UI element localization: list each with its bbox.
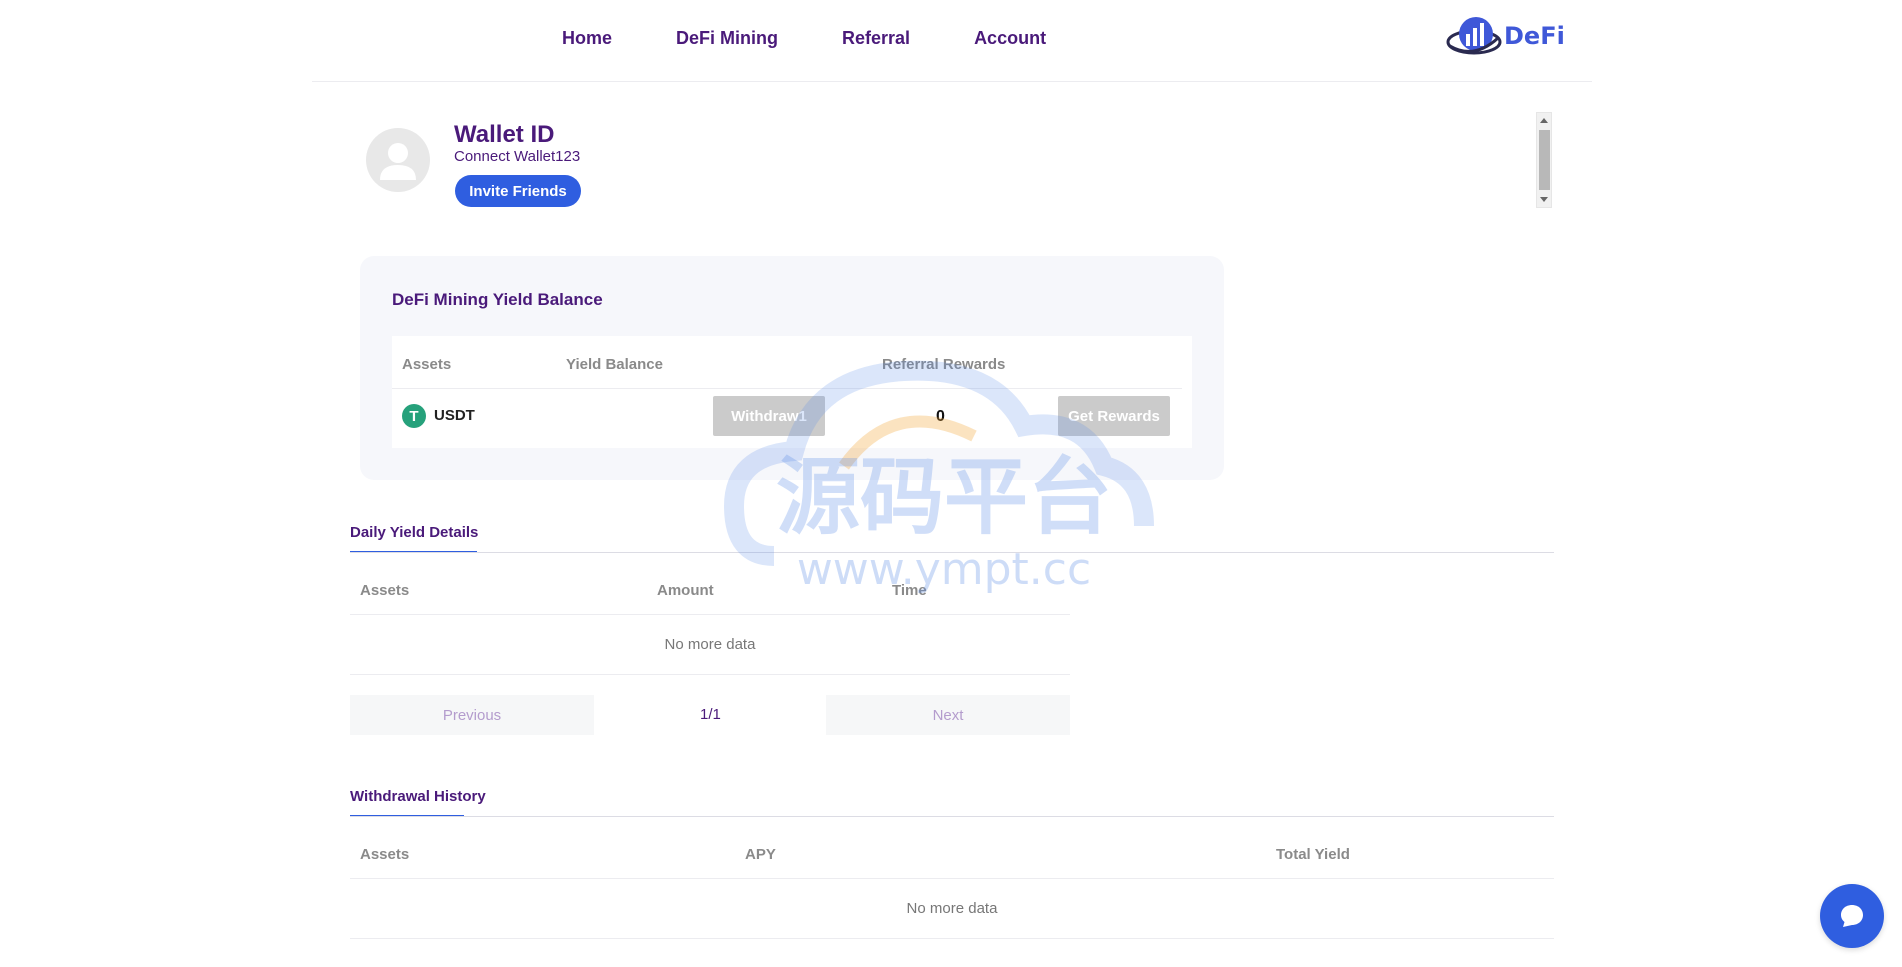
- divider: [392, 388, 1182, 389]
- chat-button[interactable]: [1820, 884, 1884, 948]
- col-yield-balance: Yield Balance: [566, 356, 663, 373]
- empty-state-text: No more data: [664, 636, 756, 653]
- nav-account[interactable]: Account: [974, 28, 1046, 49]
- scroll-down-icon[interactable]: [1540, 197, 1548, 202]
- card-title: DeFi Mining Yield Balance: [392, 290, 603, 309]
- col-assets: Assets: [402, 356, 452, 373]
- yield-table: Assets Yield Balance Referral Rewards T …: [392, 336, 1192, 448]
- row-divider: [350, 878, 1554, 879]
- row-divider: [350, 614, 1070, 615]
- page-indicator: 1/1: [700, 706, 721, 723]
- col-amount: Amount: [657, 582, 714, 599]
- col-assets: Assets: [360, 582, 410, 599]
- invite-friends-button[interactable]: Invite Friends: [455, 175, 581, 207]
- asset-name: USDT: [434, 407, 475, 424]
- tether-icon: T: [402, 404, 426, 428]
- col-time: Time: [892, 582, 927, 599]
- next-page-button[interactable]: Next: [826, 695, 1070, 735]
- empty-state-text: No more data: [906, 900, 998, 917]
- user-avatar-icon: [380, 143, 416, 180]
- avatar: [366, 128, 430, 192]
- col-assets: Assets: [360, 846, 410, 863]
- section-divider: [350, 552, 1554, 553]
- logo-text: DeFi: [1504, 22, 1565, 50]
- wallet-address: Connect Wallet123: [454, 148, 581, 165]
- logo[interactable]: DeFi: [1446, 14, 1565, 58]
- header: Home DeFi Mining Referral Account DeFi: [312, 0, 1592, 82]
- nav-home[interactable]: Home: [562, 28, 612, 49]
- section-divider: [350, 816, 1554, 817]
- profile-scrollbar[interactable]: [1536, 112, 1552, 208]
- nav-referral[interactable]: Referral: [842, 28, 910, 49]
- wallet-title: Wallet ID: [454, 121, 555, 148]
- tab-withdrawal-history[interactable]: Withdrawal History: [350, 788, 486, 805]
- defi-logo-icon: [1446, 17, 1502, 55]
- col-total-yield: Total Yield: [1276, 846, 1350, 863]
- row-divider: [350, 674, 1070, 675]
- yield-balance-card: DeFi Mining Yield Balance Assets Yield B…: [360, 256, 1224, 480]
- tab-daily-yield-details[interactable]: Daily Yield Details: [350, 524, 478, 541]
- row-divider: [350, 938, 1554, 939]
- chat-bubble-icon: [1841, 905, 1863, 927]
- nav-defi-mining[interactable]: DeFi Mining: [676, 28, 778, 49]
- scroll-thumb[interactable]: [1539, 130, 1550, 190]
- main-nav: Home DeFi Mining Referral Account: [562, 28, 1046, 49]
- col-referral-rewards: Referral Rewards: [882, 356, 1006, 373]
- withdraw-button[interactable]: Withdraw1: [713, 396, 825, 436]
- previous-page-button[interactable]: Previous: [350, 695, 594, 735]
- col-apy: APY: [745, 846, 776, 863]
- referral-rewards-value: 0: [936, 408, 945, 425]
- get-rewards-button[interactable]: Get Rewards: [1058, 396, 1170, 436]
- scroll-up-icon[interactable]: [1540, 118, 1548, 123]
